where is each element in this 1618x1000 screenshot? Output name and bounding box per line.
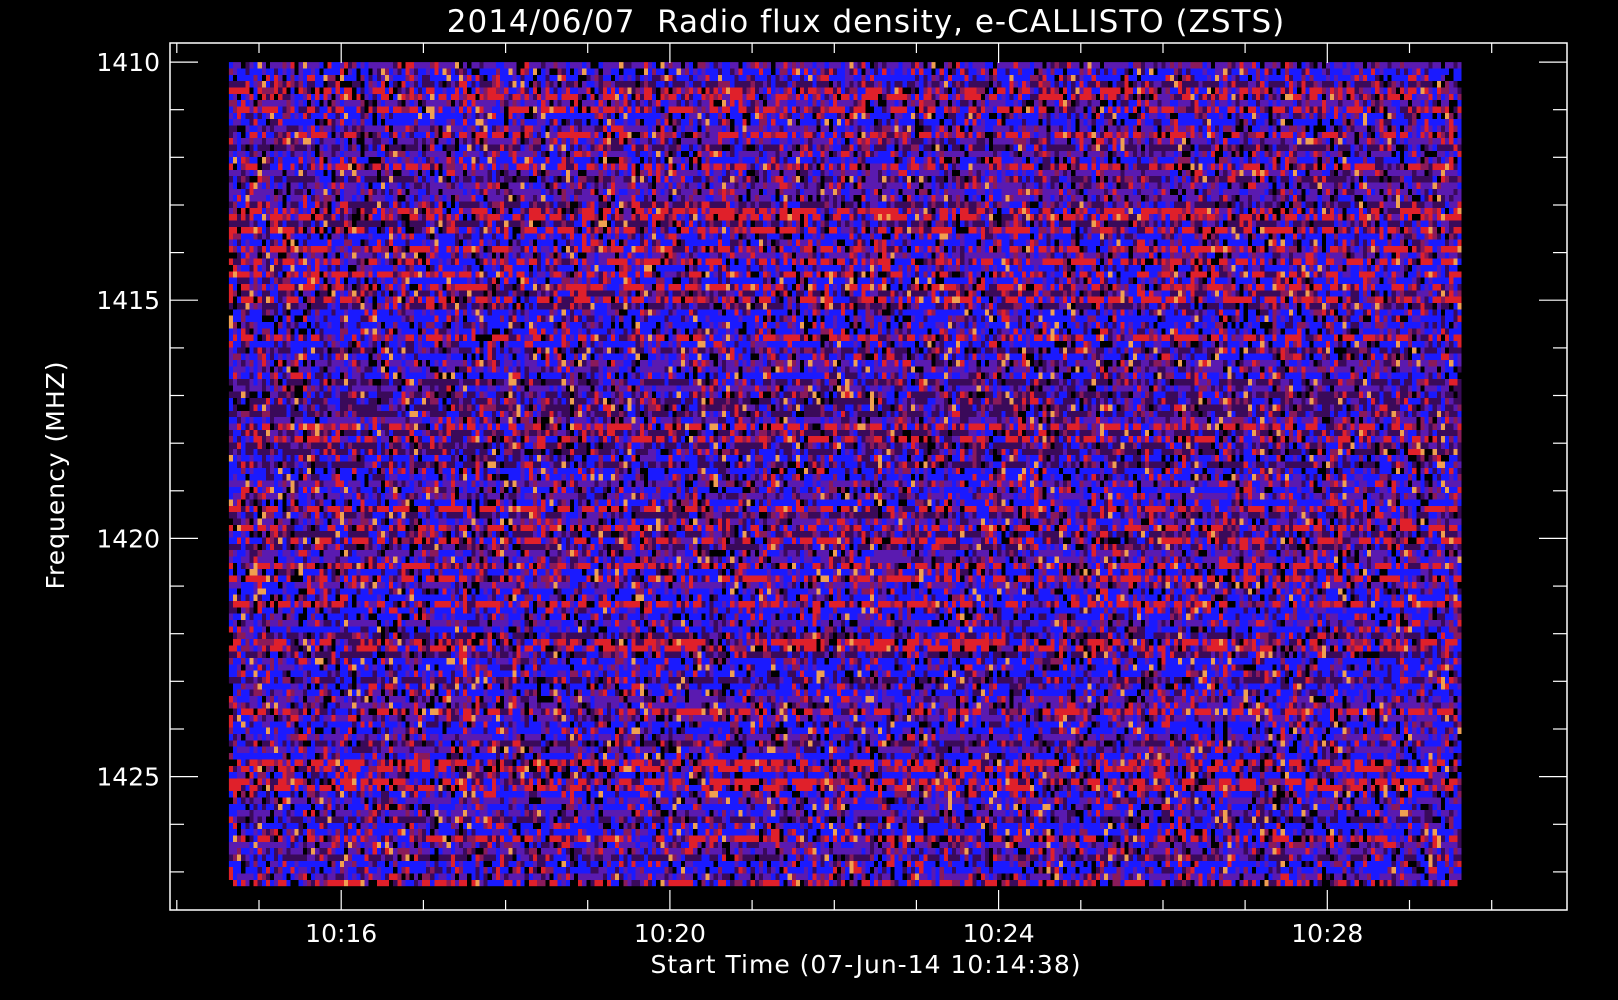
x-tick-label: 10:28 — [1291, 919, 1363, 948]
chart-title: 2014/06/07 Radio flux density, e-CALLIST… — [447, 4, 1285, 40]
x-tick-label: 10:24 — [963, 919, 1035, 948]
y-tick-label: 1420 — [96, 524, 160, 553]
heatmap-image — [228, 62, 1462, 887]
y-tick-label: 1410 — [96, 48, 160, 77]
heatmap-layer — [228, 62, 1462, 887]
x-tick-label: 10:20 — [634, 919, 706, 948]
x-tick-label: 10:16 — [305, 919, 377, 948]
spectrogram-chart: 2014/06/07 Radio flux density, e-CALLIST… — [0, 0, 1618, 1000]
x-axis-label: Start Time (07-Jun-14 10:14:38) — [651, 950, 1082, 979]
y-axis-label: Frequency (MHZ) — [41, 360, 70, 589]
y-tick-label: 1415 — [96, 286, 160, 315]
y-tick-label: 1425 — [96, 763, 160, 792]
